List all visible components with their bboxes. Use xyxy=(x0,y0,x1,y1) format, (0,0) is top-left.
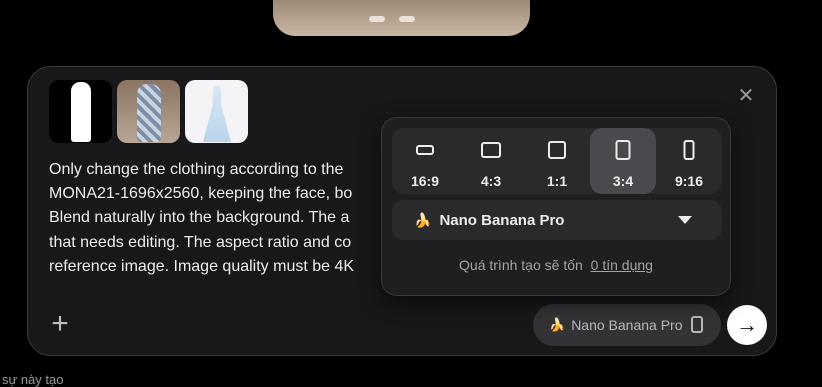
cost-info: Quá trình tạo sẽ tốn 0 tín dụng xyxy=(382,257,730,273)
ratio-3-4-icon xyxy=(615,140,631,160)
ratio-label: 16:9 xyxy=(410,173,440,189)
generation-settings-panel: 16:9 4:3 1:1 3:4 9:16 🍌 Nano Banana Pro … xyxy=(381,117,731,296)
plus-icon[interactable]: + xyxy=(47,309,73,339)
image-detail xyxy=(369,16,385,22)
credits-link[interactable]: 0 tín dụng xyxy=(591,257,653,273)
reference-image-preview[interactable] xyxy=(273,0,530,36)
ratio-label: 1:1 xyxy=(546,173,568,189)
arrow-right-icon: → xyxy=(736,312,758,337)
ratio-label: 9:16 xyxy=(674,173,704,189)
aspect-ratio-icon xyxy=(691,316,703,333)
gown-figure xyxy=(203,86,231,142)
image-detail xyxy=(399,16,415,22)
thumbnail-mask[interactable] xyxy=(49,80,112,143)
aspect-ratio-16-9[interactable]: 16:9 xyxy=(392,128,458,194)
prompt-input[interactable]: Only change the clothing according to th… xyxy=(49,158,389,279)
aspect-ratio-9-16[interactable]: 9:16 xyxy=(656,128,722,194)
cost-text: Quá trình tạo sẽ tốn xyxy=(459,257,583,273)
aspect-ratio-1-1[interactable]: 1:1 xyxy=(524,128,590,194)
aspect-ratio-3-4[interactable]: 3:4 xyxy=(590,128,656,194)
send-button[interactable]: → xyxy=(727,305,767,345)
thumbnail-model-photo[interactable] xyxy=(117,80,180,143)
banana-icon: 🍌 xyxy=(549,317,566,332)
model-dropdown[interactable]: 🍌 Nano Banana Pro xyxy=(392,200,722,240)
banana-icon: 🍌 xyxy=(414,211,432,228)
thumbnail-gown[interactable] xyxy=(185,80,248,143)
ratio-1-1-icon xyxy=(548,141,566,159)
close-icon[interactable]: ✕ xyxy=(736,86,756,106)
aspect-ratio-selector: 16:9 4:3 1:1 3:4 9:16 xyxy=(392,128,722,194)
mask-silhouette xyxy=(71,82,91,142)
model-dropdown-label: Nano Banana Pro xyxy=(439,211,565,229)
ratio-16-9-icon xyxy=(416,145,434,155)
ratio-label: 4:3 xyxy=(480,173,502,189)
ratio-9-16-icon xyxy=(683,140,695,160)
model-chip-label: Nano Banana Pro xyxy=(571,317,683,333)
ratio-4-3-icon xyxy=(481,142,501,158)
aspect-ratio-4-3[interactable]: 4:3 xyxy=(458,128,524,194)
model-chip-button[interactable]: 🍌 Nano Banana Pro xyxy=(533,304,721,346)
dress-figure xyxy=(137,84,161,142)
ratio-label: 3:4 xyxy=(612,173,634,189)
bottom-caption: sự này tạo xyxy=(2,372,64,387)
chevron-down-icon xyxy=(678,216,692,224)
